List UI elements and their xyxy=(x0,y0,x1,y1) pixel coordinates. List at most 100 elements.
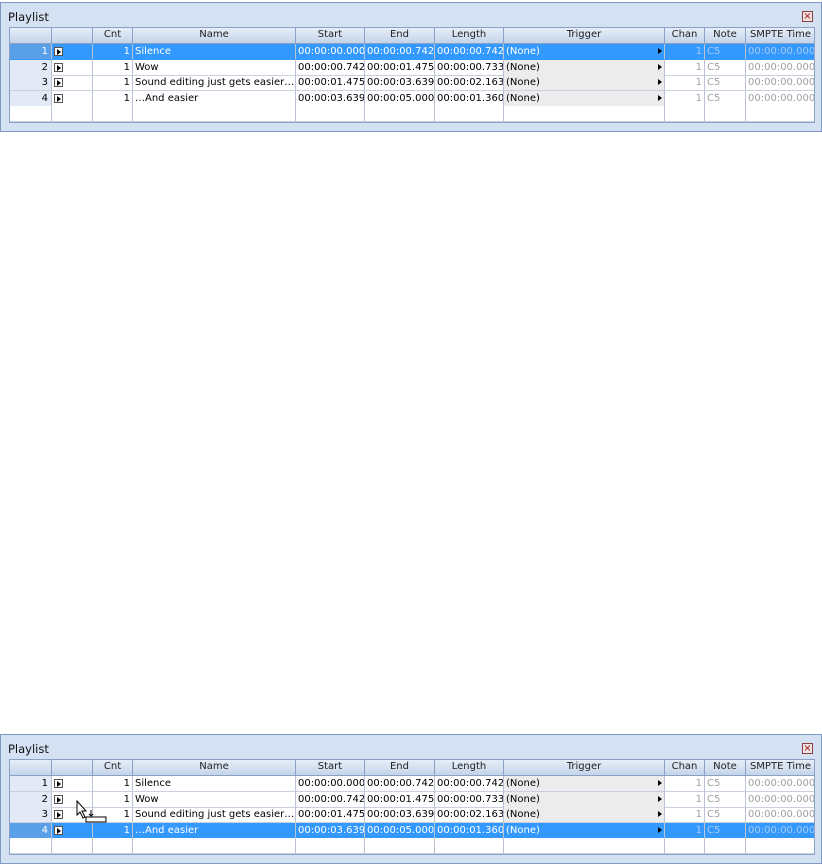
play-button[interactable] xyxy=(52,75,93,91)
end-cell[interactable]: 00:00:01.475 xyxy=(365,59,435,76)
table-row[interactable]: 1 1 Silence 00:00:00.000 00:00:00.742 00:00:0… xyxy=(10,44,814,60)
channel-cell[interactable]: 1 xyxy=(665,776,705,792)
table-row[interactable]: 4 1 …And easier 00:00:03.639 00:00:05.000 00:… xyxy=(10,822,814,839)
start-cell[interactable]: 00:00:01.475 xyxy=(296,807,365,823)
length-cell[interactable]: 00:00:00.742 xyxy=(435,44,504,60)
note-cell[interactable]: C5 xyxy=(705,75,746,91)
play-button[interactable] xyxy=(52,106,93,122)
end-cell[interactable]: 00:00:05.000 xyxy=(365,90,435,107)
count-cell[interactable]: 1 xyxy=(93,59,133,76)
play-icon[interactable] xyxy=(54,810,63,819)
triangle-right-icon[interactable] xyxy=(658,79,662,85)
table-row[interactable]: 1 1 Silence 00:00:00.000 00:00:00.742 00:00:0… xyxy=(10,776,814,792)
play-button[interactable] xyxy=(52,59,93,76)
end-cell[interactable] xyxy=(365,106,435,122)
panel-title-bar[interactable]: Playlist × xyxy=(1,735,821,759)
play-icon[interactable] xyxy=(54,47,63,56)
play-button[interactable] xyxy=(52,44,93,60)
note-cell[interactable]: C5 xyxy=(705,807,746,823)
channel-cell[interactable]: 1 xyxy=(665,822,705,839)
note-cell[interactable]: C5 xyxy=(705,776,746,792)
count-cell[interactable]: 1 xyxy=(93,90,133,107)
trigger-cell[interactable]: (None) xyxy=(504,807,665,823)
start-cell[interactable]: 00:00:03.639 xyxy=(296,822,365,839)
column-header-end-cell[interactable]: End xyxy=(365,28,435,43)
count-cell[interactable]: 1 xyxy=(93,776,133,792)
name-cell[interactable] xyxy=(133,838,296,854)
channel-cell[interactable]: 1 xyxy=(665,791,705,808)
channel-cell[interactable]: 1 xyxy=(665,59,705,76)
panel-title-bar[interactable]: Playlist × xyxy=(1,3,821,27)
trigger-cell[interactable]: (None) xyxy=(504,822,665,839)
smpte-cell[interactable]: 00:00:00.000 xyxy=(746,822,814,839)
trigger-cell[interactable]: (None) xyxy=(504,75,665,91)
smpte-cell[interactable] xyxy=(746,106,814,122)
length-cell[interactable] xyxy=(435,106,504,122)
smpte-cell[interactable]: 00:00:00.000 xyxy=(746,44,814,60)
length-cell[interactable]: 00:00:01.360 xyxy=(435,90,504,107)
smpte-cell[interactable]: 00:00:00.000 xyxy=(746,807,814,823)
trigger-cell[interactable]: (None) xyxy=(504,776,665,792)
column-header-note-cell[interactable]: Note xyxy=(705,28,746,43)
row-number[interactable] xyxy=(10,838,52,854)
end-cell[interactable]: 00:00:00.742 xyxy=(365,44,435,60)
table-row[interactable]: 3 1 Sound editing just gets easier… 00:00:0… xyxy=(10,807,814,823)
count-cell[interactable]: 1 xyxy=(93,44,133,60)
end-cell[interactable]: 00:00:00.742 xyxy=(365,776,435,792)
length-cell[interactable]: 00:00:01.360 xyxy=(435,822,504,839)
trigger-cell[interactable]: (None) xyxy=(504,59,665,76)
note-cell[interactable]: C5 xyxy=(705,791,746,808)
end-cell[interactable]: 00:00:05.000 xyxy=(365,822,435,839)
play-button[interactable] xyxy=(52,90,93,107)
column-header-smpte-cell[interactable]: SMPTE Time xyxy=(746,760,814,775)
note-cell[interactable] xyxy=(705,106,746,122)
column-header-count-cell[interactable]: Cnt xyxy=(93,760,133,775)
trigger-cell[interactable] xyxy=(504,106,665,122)
column-header-trigger-cell[interactable]: Trigger xyxy=(504,760,665,775)
smpte-cell[interactable]: 00:00:00.000 xyxy=(746,60,814,76)
table-row[interactable]: 3 1 Sound editing just gets easier… 00:00:0… xyxy=(10,75,814,91)
column-header-end-cell[interactable]: End xyxy=(365,760,435,775)
length-cell[interactable]: 00:00:02.163 xyxy=(435,75,504,91)
length-cell[interactable]: 00:00:02.163 xyxy=(435,807,504,823)
play-icon[interactable] xyxy=(54,93,63,103)
row-number[interactable]: 4 xyxy=(10,822,52,839)
start-cell[interactable]: 00:00:03.639 xyxy=(296,90,365,107)
triangle-right-icon[interactable] xyxy=(658,780,662,786)
triangle-right-icon[interactable] xyxy=(658,826,662,833)
column-header-start-cell[interactable]: Start xyxy=(296,760,365,775)
row-number[interactable] xyxy=(10,106,52,122)
play-icon[interactable] xyxy=(54,78,63,87)
length-cell[interactable] xyxy=(435,838,504,854)
smpte-cell[interactable]: 00:00:00.000 xyxy=(746,91,814,107)
empty-new-row[interactable] xyxy=(10,838,814,854)
count-cell[interactable] xyxy=(93,838,133,854)
name-cell[interactable]: Silence xyxy=(133,44,296,60)
channel-cell[interactable]: 1 xyxy=(665,44,705,60)
triangle-right-icon[interactable] xyxy=(658,48,662,54)
note-cell[interactable]: C5 xyxy=(705,822,746,839)
trigger-cell[interactable]: (None) xyxy=(504,90,665,107)
play-icon[interactable] xyxy=(54,779,63,788)
close-icon[interactable]: × xyxy=(802,743,813,754)
play-button[interactable] xyxy=(52,838,93,854)
channel-cell[interactable]: 1 xyxy=(665,807,705,823)
triangle-right-icon[interactable] xyxy=(658,63,662,70)
close-icon[interactable]: × xyxy=(802,11,813,22)
triangle-right-icon[interactable] xyxy=(658,94,662,101)
name-cell[interactable]: Sound editing just gets easier… xyxy=(133,75,296,91)
note-cell[interactable]: C5 xyxy=(705,90,746,107)
name-cell[interactable]: …And easier xyxy=(133,90,296,107)
column-header-trigger-cell[interactable]: Trigger xyxy=(504,28,665,43)
column-header-note-cell[interactable]: Note xyxy=(705,760,746,775)
name-cell[interactable]: Wow xyxy=(133,59,296,76)
end-cell[interactable]: 00:00:03.639 xyxy=(365,807,435,823)
name-cell[interactable]: Wow xyxy=(133,791,296,808)
column-header-start-cell[interactable]: Start xyxy=(296,28,365,43)
row-number[interactable]: 3 xyxy=(10,807,52,823)
empty-new-row[interactable] xyxy=(10,106,814,122)
start-cell[interactable]: 00:00:00.000 xyxy=(296,44,365,60)
smpte-cell[interactable]: 00:00:00.000 xyxy=(746,75,814,91)
length-cell[interactable]: 00:00:00.742 xyxy=(435,776,504,792)
start-cell[interactable]: 00:00:00.742 xyxy=(296,791,365,808)
